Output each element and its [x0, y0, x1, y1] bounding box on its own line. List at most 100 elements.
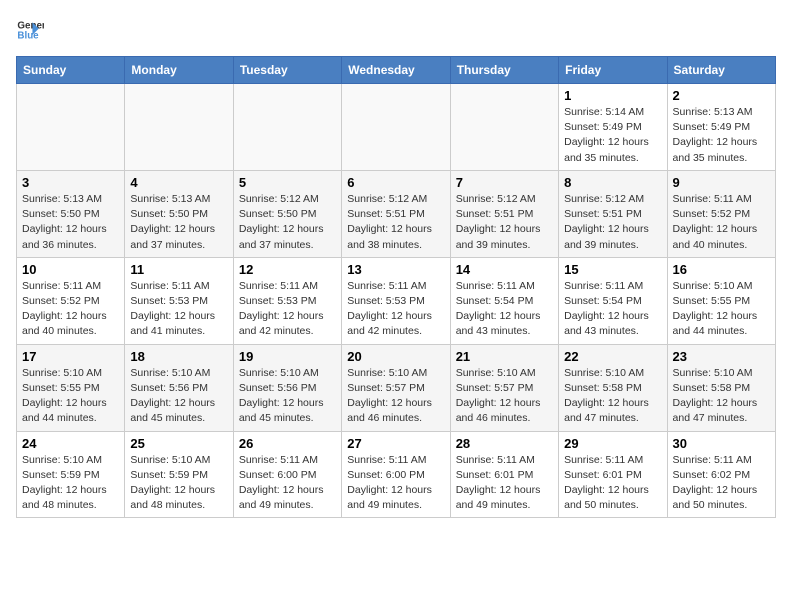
day-number: 19 — [239, 349, 336, 364]
day-info: Sunrise: 5:11 AM Sunset: 6:00 PM Dayligh… — [239, 453, 336, 514]
day-info: Sunrise: 5:11 AM Sunset: 5:53 PM Dayligh… — [130, 279, 227, 340]
day-info: Sunrise: 5:13 AM Sunset: 5:50 PM Dayligh… — [130, 192, 227, 253]
day-info: Sunrise: 5:11 AM Sunset: 5:52 PM Dayligh… — [673, 192, 770, 253]
weekday-header-thursday: Thursday — [450, 57, 558, 84]
weekday-header-tuesday: Tuesday — [233, 57, 341, 84]
day-info: Sunrise: 5:10 AM Sunset: 5:57 PM Dayligh… — [347, 366, 444, 427]
day-info: Sunrise: 5:11 AM Sunset: 5:53 PM Dayligh… — [239, 279, 336, 340]
weekday-header-friday: Friday — [559, 57, 667, 84]
weekday-header-sunday: Sunday — [17, 57, 125, 84]
day-info: Sunrise: 5:10 AM Sunset: 5:55 PM Dayligh… — [673, 279, 770, 340]
day-info: Sunrise: 5:11 AM Sunset: 6:01 PM Dayligh… — [456, 453, 553, 514]
day-info: Sunrise: 5:10 AM Sunset: 5:59 PM Dayligh… — [130, 453, 227, 514]
day-number: 18 — [130, 349, 227, 364]
calendar-cell: 18 Sunrise: 5:10 AM Sunset: 5:56 PM Dayli… — [125, 344, 233, 431]
day-number: 17 — [22, 349, 119, 364]
calendar-cell: 12 Sunrise: 5:11 AM Sunset: 5:53 PM Dayli… — [233, 257, 341, 344]
calendar-cell: 7 Sunrise: 5:12 AM Sunset: 5:51 PM Daylig… — [450, 170, 558, 257]
calendar-cell: 29 Sunrise: 5:11 AM Sunset: 6:01 PM Dayli… — [559, 431, 667, 518]
day-number: 6 — [347, 175, 444, 190]
day-info: Sunrise: 5:11 AM Sunset: 5:54 PM Dayligh… — [456, 279, 553, 340]
calendar-cell — [450, 84, 558, 171]
day-info: Sunrise: 5:12 AM Sunset: 5:50 PM Dayligh… — [239, 192, 336, 253]
day-info: Sunrise: 5:12 AM Sunset: 5:51 PM Dayligh… — [564, 192, 661, 253]
day-info: Sunrise: 5:10 AM Sunset: 5:56 PM Dayligh… — [239, 366, 336, 427]
calendar-cell: 21 Sunrise: 5:10 AM Sunset: 5:57 PM Dayli… — [450, 344, 558, 431]
calendar-cell: 20 Sunrise: 5:10 AM Sunset: 5:57 PM Dayli… — [342, 344, 450, 431]
calendar-cell — [342, 84, 450, 171]
day-number: 10 — [22, 262, 119, 277]
day-number: 21 — [456, 349, 553, 364]
day-number: 3 — [22, 175, 119, 190]
day-number: 8 — [564, 175, 661, 190]
day-info: Sunrise: 5:11 AM Sunset: 6:00 PM Dayligh… — [347, 453, 444, 514]
day-number: 15 — [564, 262, 661, 277]
day-info: Sunrise: 5:10 AM Sunset: 5:58 PM Dayligh… — [564, 366, 661, 427]
day-info: Sunrise: 5:11 AM Sunset: 5:53 PM Dayligh… — [347, 279, 444, 340]
calendar-cell: 4 Sunrise: 5:13 AM Sunset: 5:50 PM Daylig… — [125, 170, 233, 257]
day-number: 1 — [564, 88, 661, 103]
day-number: 22 — [564, 349, 661, 364]
calendar-cell: 3 Sunrise: 5:13 AM Sunset: 5:50 PM Daylig… — [17, 170, 125, 257]
calendar-cell: 27 Sunrise: 5:11 AM Sunset: 6:00 PM Dayli… — [342, 431, 450, 518]
day-info: Sunrise: 5:10 AM Sunset: 5:55 PM Dayligh… — [22, 366, 119, 427]
day-number: 28 — [456, 436, 553, 451]
day-info: Sunrise: 5:10 AM Sunset: 5:58 PM Dayligh… — [673, 366, 770, 427]
day-info: Sunrise: 5:13 AM Sunset: 5:50 PM Dayligh… — [22, 192, 119, 253]
day-info: Sunrise: 5:10 AM Sunset: 5:59 PM Dayligh… — [22, 453, 119, 514]
day-number: 27 — [347, 436, 444, 451]
calendar-cell: 26 Sunrise: 5:11 AM Sunset: 6:00 PM Dayli… — [233, 431, 341, 518]
day-number: 30 — [673, 436, 770, 451]
day-info: Sunrise: 5:10 AM Sunset: 5:57 PM Dayligh… — [456, 366, 553, 427]
logo-icon: General Blue — [16, 16, 44, 44]
day-number: 11 — [130, 262, 227, 277]
day-number: 20 — [347, 349, 444, 364]
day-number: 25 — [130, 436, 227, 451]
day-info: Sunrise: 5:11 AM Sunset: 5:54 PM Dayligh… — [564, 279, 661, 340]
day-info: Sunrise: 5:11 AM Sunset: 6:01 PM Dayligh… — [564, 453, 661, 514]
calendar-cell — [17, 84, 125, 171]
day-info: Sunrise: 5:11 AM Sunset: 6:02 PM Dayligh… — [673, 453, 770, 514]
day-number: 7 — [456, 175, 553, 190]
calendar-cell — [233, 84, 341, 171]
calendar-cell: 9 Sunrise: 5:11 AM Sunset: 5:52 PM Daylig… — [667, 170, 775, 257]
calendar-cell: 5 Sunrise: 5:12 AM Sunset: 5:50 PM Daylig… — [233, 170, 341, 257]
calendar-cell: 25 Sunrise: 5:10 AM Sunset: 5:59 PM Dayli… — [125, 431, 233, 518]
calendar-cell: 19 Sunrise: 5:10 AM Sunset: 5:56 PM Dayli… — [233, 344, 341, 431]
day-number: 5 — [239, 175, 336, 190]
weekday-header-monday: Monday — [125, 57, 233, 84]
calendar-cell: 8 Sunrise: 5:12 AM Sunset: 5:51 PM Daylig… — [559, 170, 667, 257]
day-number: 14 — [456, 262, 553, 277]
day-number: 9 — [673, 175, 770, 190]
calendar-cell: 1 Sunrise: 5:14 AM Sunset: 5:49 PM Daylig… — [559, 84, 667, 171]
day-number: 24 — [22, 436, 119, 451]
calendar-cell — [125, 84, 233, 171]
calendar-table: SundayMondayTuesdayWednesdayThursdayFrid… — [16, 56, 776, 518]
weekday-header-saturday: Saturday — [667, 57, 775, 84]
calendar-cell: 11 Sunrise: 5:11 AM Sunset: 5:53 PM Dayli… — [125, 257, 233, 344]
logo: General Blue — [16, 16, 48, 44]
calendar-cell: 6 Sunrise: 5:12 AM Sunset: 5:51 PM Daylig… — [342, 170, 450, 257]
calendar-cell: 23 Sunrise: 5:10 AM Sunset: 5:58 PM Dayli… — [667, 344, 775, 431]
svg-text:Blue: Blue — [17, 30, 39, 41]
day-info: Sunrise: 5:11 AM Sunset: 5:52 PM Dayligh… — [22, 279, 119, 340]
day-number: 29 — [564, 436, 661, 451]
page-header: General Blue — [16, 16, 776, 44]
calendar-cell: 10 Sunrise: 5:11 AM Sunset: 5:52 PM Dayli… — [17, 257, 125, 344]
day-info: Sunrise: 5:14 AM Sunset: 5:49 PM Dayligh… — [564, 105, 661, 166]
day-number: 23 — [673, 349, 770, 364]
day-info: Sunrise: 5:10 AM Sunset: 5:56 PM Dayligh… — [130, 366, 227, 427]
day-number: 4 — [130, 175, 227, 190]
calendar-cell: 24 Sunrise: 5:10 AM Sunset: 5:59 PM Dayli… — [17, 431, 125, 518]
day-number: 16 — [673, 262, 770, 277]
calendar-cell: 22 Sunrise: 5:10 AM Sunset: 5:58 PM Dayli… — [559, 344, 667, 431]
day-info: Sunrise: 5:12 AM Sunset: 5:51 PM Dayligh… — [456, 192, 553, 253]
day-number: 26 — [239, 436, 336, 451]
day-info: Sunrise: 5:13 AM Sunset: 5:49 PM Dayligh… — [673, 105, 770, 166]
day-number: 12 — [239, 262, 336, 277]
weekday-header-wednesday: Wednesday — [342, 57, 450, 84]
calendar-cell: 17 Sunrise: 5:10 AM Sunset: 5:55 PM Dayli… — [17, 344, 125, 431]
calendar-cell: 13Sunrise: 5:11 AM Sunset: 5:53 PM Dayli… — [342, 257, 450, 344]
day-info: Sunrise: 5:12 AM Sunset: 5:51 PM Dayligh… — [347, 192, 444, 253]
calendar-cell: 2Sunrise: 5:13 AM Sunset: 5:49 PM Daylig… — [667, 84, 775, 171]
